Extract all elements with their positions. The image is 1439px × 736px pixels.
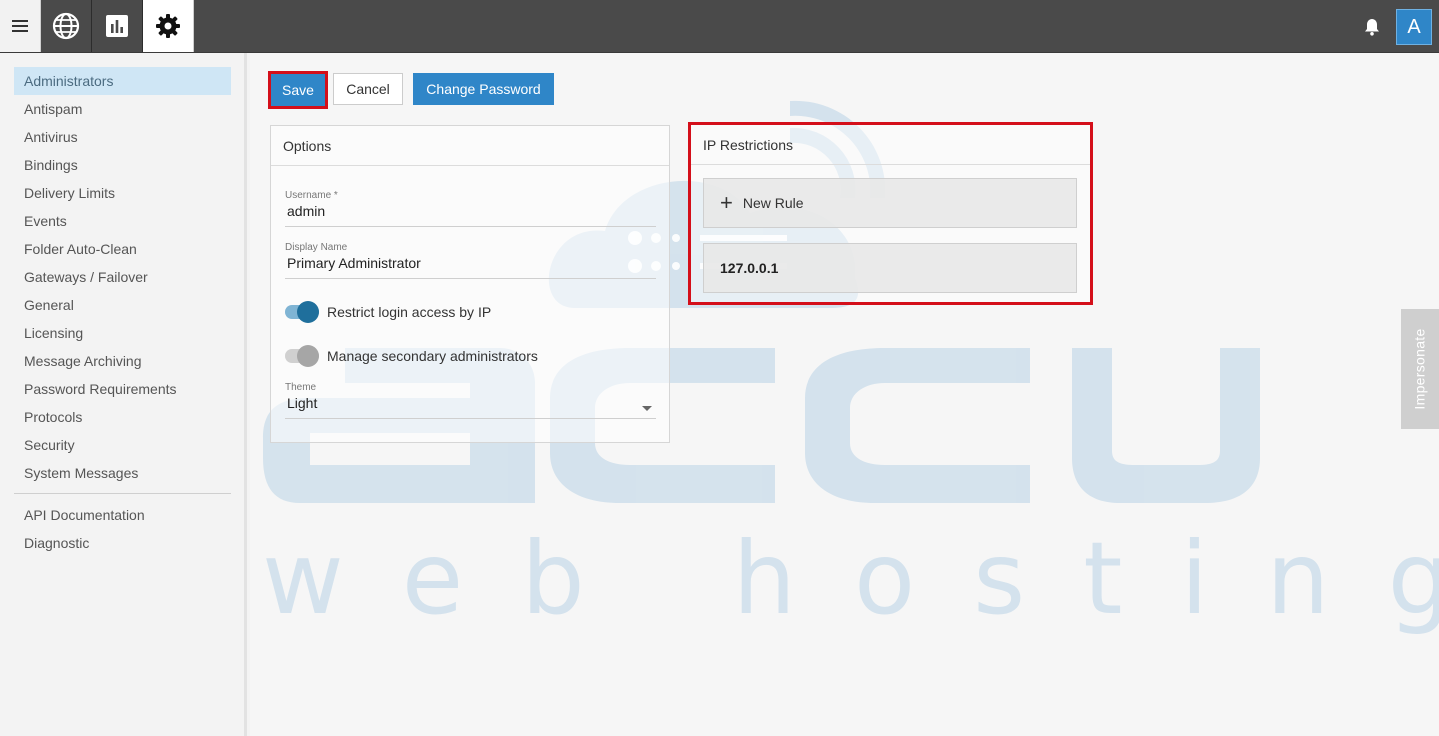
restrict-login-toggle-row: Restrict login access by IP — [285, 300, 491, 324]
settings-button[interactable] — [143, 0, 194, 52]
sidebar-item-antivirus[interactable]: Antivirus — [14, 123, 231, 151]
sidebar-item-delivery-limits[interactable]: Delivery Limits — [14, 179, 231, 207]
main-content: web hosting Save Cancel Change Password … — [250, 53, 1439, 736]
theme-label: Theme — [285, 382, 317, 393]
new-rule-button[interactable]: + New Rule — [703, 178, 1077, 228]
options-card: Options Username * admin Display Name Pr… — [270, 125, 670, 443]
ip-rule-item[interactable]: 127.0.0.1 — [703, 243, 1077, 293]
menu-button[interactable] — [0, 0, 41, 52]
new-rule-label: New Rule — [742, 195, 804, 211]
top-bar: A — [0, 0, 1439, 53]
manage-secondary-label: Manage secondary administrators — [327, 348, 538, 364]
sidebar-item-system-messages[interactable]: System Messages — [14, 459, 231, 487]
sidebar-item-protocols[interactable]: Protocols — [14, 403, 231, 431]
plus-icon: + — [720, 190, 733, 215]
sidebar-item-api-documentation[interactable]: API Documentation — [14, 501, 231, 529]
sidebar-item-general[interactable]: General — [14, 291, 231, 319]
settings-sidebar: Administrators Antispam Antivirus Bindin… — [0, 53, 247, 736]
sidebar-item-password-requirements[interactable]: Password Requirements — [14, 375, 231, 403]
theme-select[interactable]: Theme Light — [285, 382, 656, 419]
globe-icon — [52, 12, 80, 40]
sidebar-item-message-archiving[interactable]: Message Archiving — [14, 347, 231, 375]
user-avatar[interactable]: A — [1396, 9, 1432, 45]
username-label: Username * — [285, 190, 338, 201]
restrict-login-label: Restrict login access by IP — [327, 304, 492, 320]
bar-chart-icon — [106, 15, 128, 37]
display-name-input[interactable]: Primary Administrator — [285, 255, 656, 275]
sidebar-item-gateways-failover[interactable]: Gateways / Failover — [14, 263, 231, 291]
sidebar-item-events[interactable]: Events — [14, 207, 231, 235]
gear-icon — [156, 14, 180, 38]
impersonate-label: Impersonate — [1412, 328, 1428, 410]
impersonate-tab[interactable]: Impersonate — [1401, 309, 1439, 429]
sidebar-item-security[interactable]: Security — [14, 431, 231, 459]
toggle-knob — [297, 345, 319, 367]
username-field[interactable]: Username * admin — [285, 190, 656, 227]
ip-restrictions-card: IP Restrictions + New Rule 127.0.0.1 — [691, 125, 1090, 302]
toggle-knob — [297, 301, 319, 323]
sidebar-item-licensing[interactable]: Licensing — [14, 319, 231, 347]
display-name-field[interactable]: Display Name Primary Administrator — [285, 242, 656, 279]
manage-secondary-toggle[interactable] — [285, 345, 319, 367]
change-password-button[interactable]: Change Password — [413, 73, 554, 105]
sidebar-item-diagnostic[interactable]: Diagnostic — [14, 529, 231, 557]
chevron-down-icon — [642, 406, 652, 411]
theme-value: Light — [287, 395, 318, 411]
notifications-button[interactable] — [1361, 16, 1383, 38]
reports-button[interactable] — [92, 0, 143, 52]
display-name-label: Display Name — [285, 242, 348, 253]
domains-button[interactable] — [41, 0, 92, 52]
restrict-login-toggle[interactable] — [285, 301, 319, 323]
sidebar-item-antispam[interactable]: Antispam — [14, 95, 231, 123]
bell-icon — [1365, 19, 1379, 36]
manage-secondary-toggle-row: Manage secondary administrators — [285, 344, 538, 368]
sidebar-item-folder-auto-clean[interactable]: Folder Auto-Clean — [14, 235, 231, 263]
options-title: Options — [271, 126, 669, 166]
sidebar-item-bindings[interactable]: Bindings — [14, 151, 231, 179]
settings-nav-list: Administrators Antispam Antivirus Bindin… — [14, 67, 231, 487]
username-input[interactable]: admin — [285, 203, 656, 223]
watermark-tagline: web hosting — [262, 520, 1439, 637]
sidebar-divider — [14, 493, 231, 494]
cancel-button[interactable]: Cancel — [333, 73, 403, 105]
sidebar-item-administrators[interactable]: Administrators — [14, 67, 231, 95]
secondary-nav-list: API Documentation Diagnostic — [14, 501, 231, 557]
ip-restrictions-title: IP Restrictions — [691, 125, 1090, 165]
hamburger-menu-icon — [12, 20, 28, 32]
save-button[interactable]: Save — [271, 74, 325, 106]
